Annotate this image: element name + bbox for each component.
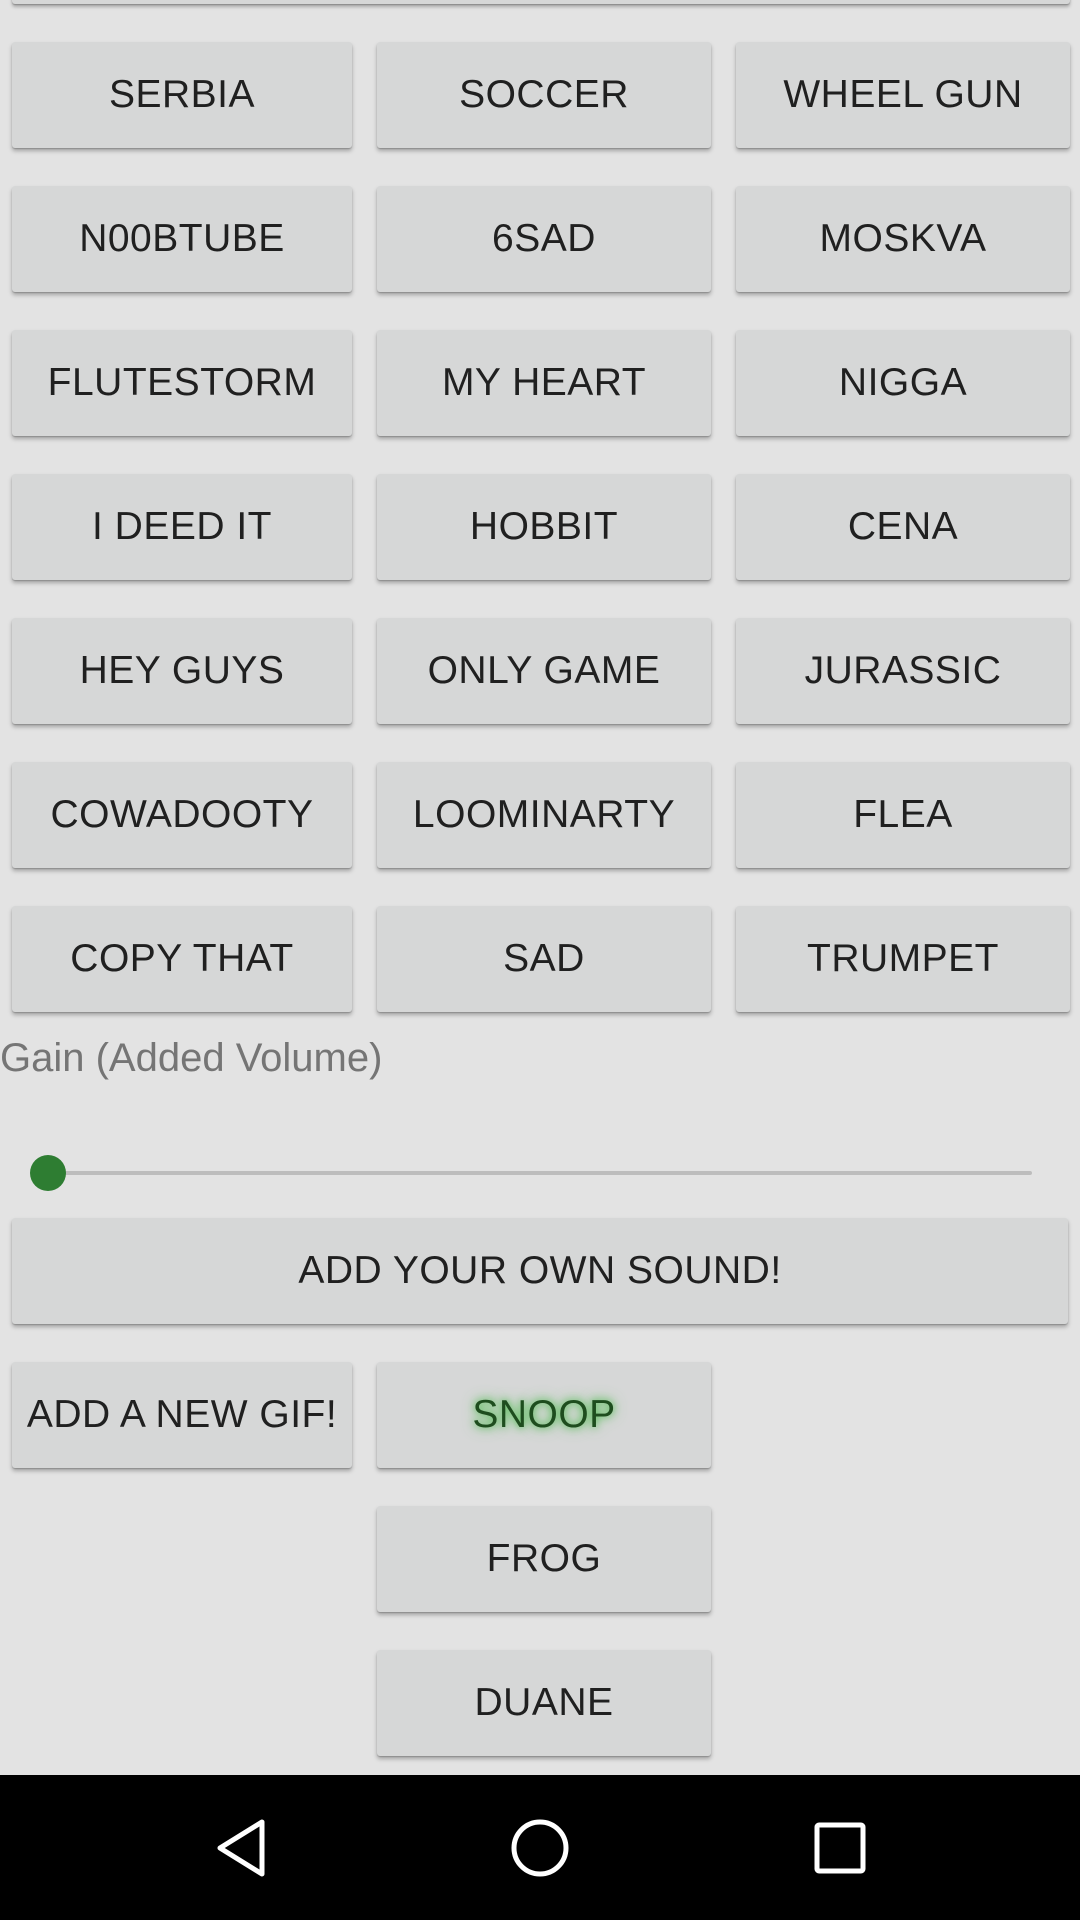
button-label: SOCCER <box>459 73 629 116</box>
back-triangle-icon <box>217 1819 265 1877</box>
sound-button-cena[interactable]: CENA <box>736 474 1070 580</box>
sound-button-loominarty[interactable]: LOOMINARTY <box>377 762 711 868</box>
button-label: HEY GUYS <box>79 649 285 692</box>
button-label: I DEED IT <box>91 505 273 548</box>
sound-button-wheel-gun[interactable]: WHEEL GUN <box>736 42 1070 148</box>
button-label: JURASSIC <box>804 649 1002 692</box>
sound-button-6sad[interactable]: 6SAD <box>377 186 711 292</box>
sound-button-jurassic[interactable]: JURASSIC <box>736 618 1070 724</box>
home-circle-icon <box>511 1819 569 1877</box>
sound-button-soccer[interactable]: SOCCER <box>377 42 711 148</box>
sound-button-moskva[interactable]: MOSKVA <box>736 186 1070 292</box>
button-label: CENA <box>847 505 959 548</box>
add-own-sound-button[interactable]: ADD YOUR OWN SOUND! <box>12 1218 1068 1324</box>
button-label: HOBBIT <box>469 505 619 548</box>
back-button[interactable] <box>206 1812 278 1884</box>
button-label: WHEEL GUN <box>783 73 1023 116</box>
recents-button[interactable] <box>804 1812 876 1884</box>
button-label: FLEA <box>853 793 953 836</box>
sound-button-serbia[interactable]: SERBIA <box>12 42 352 148</box>
sound-button-flea[interactable]: FLEA <box>736 762 1070 868</box>
button-label: SNOOP <box>472 1393 616 1436</box>
sound-button-cowadooty[interactable]: COWADOOTY <box>12 762 352 868</box>
recents-square-icon <box>814 1822 866 1874</box>
sound-button-only-game[interactable]: ONLY GAME <box>377 618 711 724</box>
button-label: SAD <box>503 937 585 980</box>
button-label: SERBIA <box>108 73 256 116</box>
button-label: 6SAD <box>492 217 596 260</box>
button-label: DUANE <box>474 1681 614 1724</box>
system-navigation-bar <box>0 1775 1080 1920</box>
sound-button-noobtube[interactable]: N00BTUBE <box>12 186 352 292</box>
button-label: MOSKVA <box>819 217 987 260</box>
button-label: NIGGA <box>838 361 968 404</box>
soundboard-screen: SERBIA SOCCER WHEEL GUN N00BTUBE 6SAD MO… <box>0 0 1080 1775</box>
sound-button-trumpet[interactable]: TRUMPET <box>736 906 1070 1012</box>
button-label: COWADOOTY <box>50 793 314 836</box>
sound-button-copy-that[interactable]: COPY THAT <box>12 906 352 1012</box>
sound-button-sad[interactable]: SAD <box>377 906 711 1012</box>
sound-button-hobbit[interactable]: HOBBIT <box>377 474 711 580</box>
button-label: N00BTUBE <box>79 217 285 260</box>
button-label: ONLY GAME <box>427 649 661 692</box>
button-label: ADD YOUR OWN SOUND! <box>298 1249 782 1292</box>
button-label: ADD A NEW GIF! <box>26 1393 338 1436</box>
button-label: COPY THAT <box>70 937 294 980</box>
gain-label: Gain (Added Volume) <box>0 1036 383 1080</box>
sound-button-my-heart[interactable]: MY HEART <box>377 330 711 436</box>
button-label: LOOMINARTY <box>412 793 676 836</box>
slider-thumb[interactable] <box>30 1155 66 1191</box>
sound-button-flutestorm[interactable]: FLUTESTORM <box>12 330 352 436</box>
sound-button-i-deed-it[interactable]: I DEED IT <box>12 474 352 580</box>
button-label: MY HEART <box>441 361 647 404</box>
partially-visible-button[interactable] <box>12 0 1070 4</box>
sound-button-row3-col3[interactable]: NIGGA <box>736 330 1070 436</box>
button-label: FROG <box>486 1537 602 1580</box>
button-label: FLUTESTORM <box>47 361 317 404</box>
button-label: TRUMPET <box>807 937 999 980</box>
gif-button-duane[interactable]: DUANE <box>377 1650 711 1756</box>
slider-track <box>48 1171 1032 1175</box>
gif-button-snoop[interactable]: SNOOP <box>377 1362 711 1468</box>
gif-button-frog[interactable]: FROG <box>377 1506 711 1612</box>
gain-slider[interactable] <box>30 1150 1032 1196</box>
home-button[interactable] <box>504 1812 576 1884</box>
sound-button-hey-guys[interactable]: HEY GUYS <box>12 618 352 724</box>
add-gif-button[interactable]: ADD A NEW GIF! <box>12 1362 352 1468</box>
